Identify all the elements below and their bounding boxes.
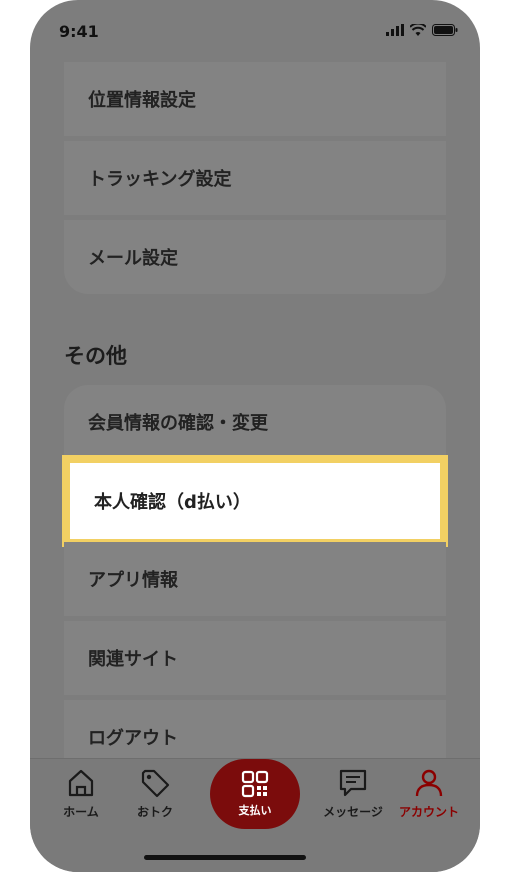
tab-label: メッセージ: [323, 805, 383, 819]
tab-label: ホーム: [63, 805, 99, 819]
pay-button[interactable]: 支払い: [210, 759, 300, 829]
person-icon: [415, 769, 443, 797]
status-icons: [386, 24, 458, 36]
wifi-icon: [410, 24, 426, 36]
settings-item-mail[interactable]: メール設定: [64, 220, 446, 294]
menu-item-label: 会員情報の確認・変更: [88, 413, 268, 434]
settings-item-label: トラッキング設定: [88, 169, 232, 190]
settings-item-label: メール設定: [88, 248, 178, 269]
home-indicator[interactable]: [144, 855, 306, 860]
message-icon: [339, 769, 367, 797]
phone-screen: 9:41 位置情報設定 トラッキング設定 メール設定 その他 会員情報の確認・変…: [30, 0, 480, 872]
tab-label: おトク: [136, 805, 173, 819]
menu-item-app-info[interactable]: アプリ情報: [64, 542, 446, 616]
tab-account[interactable]: アカウント: [392, 767, 466, 820]
menu-item-label: アプリ情報: [88, 570, 178, 591]
highlight-frame: 本人確認（d払い）: [62, 455, 448, 547]
status-bar: 9:41: [30, 0, 480, 62]
cellular-signal-icon: [386, 24, 404, 36]
status-time: 9:41: [59, 22, 99, 41]
menu-item-label: 関連サイト: [88, 649, 178, 670]
settings-item-tracking[interactable]: トラッキング設定: [64, 141, 446, 215]
menu-item-member-info[interactable]: 会員情報の確認・変更: [64, 385, 446, 459]
menu-item-label: ログアウト: [88, 728, 178, 749]
section-title-other: その他: [64, 344, 127, 368]
battery-icon: [432, 24, 458, 36]
tab-label: アカウント: [398, 805, 459, 819]
home-icon: [68, 769, 94, 797]
qr-code-icon: [241, 770, 269, 798]
menu-item-related-sites[interactable]: 関連サイト: [64, 621, 446, 695]
settings-item-location[interactable]: 位置情報設定: [64, 62, 446, 136]
menu-item-label: 本人確認（d払い）: [94, 492, 251, 513]
price-tag-icon: [141, 769, 170, 798]
settings-item-label: 位置情報設定: [88, 90, 196, 111]
tab-home[interactable]: ホーム: [44, 767, 118, 820]
tab-deals[interactable]: おトク: [118, 767, 192, 820]
pay-button-label: 支払い: [238, 804, 272, 817]
menu-item-identity-verification[interactable]: 本人確認（d払い）: [70, 463, 440, 539]
tab-messages[interactable]: メッセージ: [316, 767, 390, 820]
